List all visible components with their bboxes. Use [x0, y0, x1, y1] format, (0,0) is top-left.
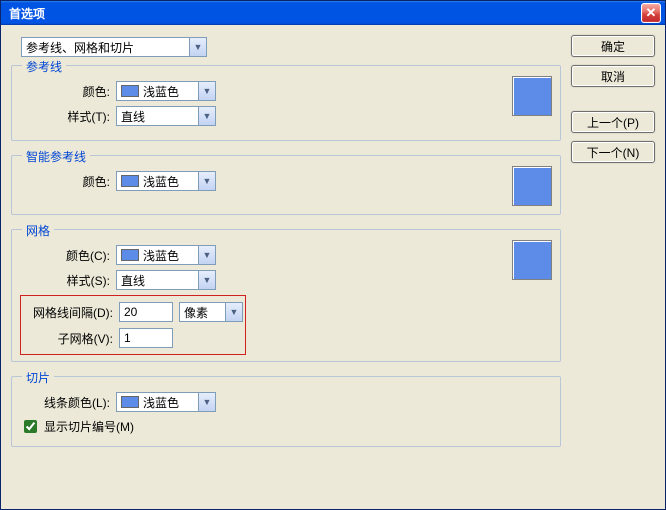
- slices-color-select[interactable]: 浅蓝色 ▼: [116, 392, 216, 412]
- smartguides-color-value: 浅蓝色: [143, 173, 179, 190]
- chevron-down-icon: ▼: [198, 172, 215, 190]
- color-swatch-icon: [121, 249, 139, 261]
- grid-spacing-input[interactable]: [119, 302, 173, 322]
- smartguides-color-label: 颜色:: [20, 173, 116, 190]
- category-select-value: 参考线、网格和切片: [22, 39, 189, 56]
- slices-legend: 切片: [22, 369, 54, 386]
- grid-subgrid-input[interactable]: [119, 328, 173, 348]
- next-button[interactable]: 下一个(N): [571, 141, 655, 163]
- chevron-down-icon: ▼: [198, 246, 215, 264]
- titlebar: 首选项 ✕: [1, 1, 665, 25]
- smartguides-preview-swatch: [512, 166, 552, 206]
- show-slice-numbers-check[interactable]: 显示切片编号(M): [20, 417, 552, 436]
- color-swatch-icon: [121, 396, 139, 408]
- grid-unit-select[interactable]: 像素 ▼: [179, 302, 243, 322]
- preferences-window: 首选项 ✕ 参考线、网格和切片 ▼ 参考线 颜色:: [0, 0, 666, 510]
- ok-button[interactable]: 确定: [571, 35, 655, 57]
- chevron-down-icon: ▼: [198, 107, 215, 125]
- content-area: 参考线、网格和切片 ▼ 参考线 颜色: 浅蓝色 ▼: [1, 25, 665, 509]
- grid-style-value: 直线: [117, 272, 198, 289]
- grid-group: 网格 颜色(C): 浅蓝色 ▼ 样式(S): 直线 ▼: [11, 229, 561, 362]
- close-icon: ✕: [646, 5, 657, 21]
- guides-color-label: 颜色:: [20, 83, 116, 100]
- guides-style-label: 样式(T):: [20, 108, 116, 125]
- guides-preview-swatch: [512, 76, 552, 116]
- chevron-down-icon: ▼: [198, 82, 215, 100]
- chevron-down-icon: ▼: [198, 393, 215, 411]
- chevron-down-icon: ▼: [225, 303, 242, 321]
- right-button-pane: 确定 取消 上一个(P) 下一个(N): [561, 35, 655, 503]
- category-select[interactable]: 参考线、网格和切片 ▼: [21, 37, 207, 57]
- grid-spacing-label: 网格线间隔(D):: [23, 304, 119, 321]
- guides-style-select[interactable]: 直线 ▼: [116, 106, 216, 126]
- show-slice-numbers-label: 显示切片编号(M): [44, 418, 134, 435]
- grid-preview-swatch: [512, 240, 552, 280]
- slices-color-value: 浅蓝色: [143, 394, 179, 411]
- close-button[interactable]: ✕: [641, 3, 661, 23]
- grid-style-select[interactable]: 直线 ▼: [116, 270, 216, 290]
- chevron-down-icon: ▼: [189, 38, 206, 56]
- highlighted-region: 网格线间隔(D): 像素 ▼ 子网格(V):: [20, 295, 246, 355]
- guides-style-value: 直线: [117, 108, 198, 125]
- grid-color-select[interactable]: 浅蓝色 ▼: [116, 245, 216, 265]
- grid-unit-value: 像素: [180, 304, 225, 321]
- grid-subgrid-label: 子网格(V):: [23, 330, 119, 347]
- slices-color-label: 线条颜色(L):: [20, 394, 116, 411]
- guides-color-value: 浅蓝色: [143, 83, 179, 100]
- chevron-down-icon: ▼: [198, 271, 215, 289]
- grid-color-label: 颜色(C):: [20, 247, 116, 264]
- smartguides-group: 智能参考线 颜色: 浅蓝色 ▼: [11, 155, 561, 215]
- guides-color-select[interactable]: 浅蓝色 ▼: [116, 81, 216, 101]
- color-swatch-icon: [121, 175, 139, 187]
- guides-legend: 参考线: [22, 58, 66, 75]
- smartguides-legend: 智能参考线: [22, 148, 90, 165]
- window-title: 首选项: [9, 5, 641, 22]
- guides-group: 参考线 颜色: 浅蓝色 ▼ 样式(T): 直线 ▼: [11, 65, 561, 141]
- show-slice-numbers-input[interactable]: [24, 420, 37, 433]
- color-swatch-icon: [121, 85, 139, 97]
- left-pane: 参考线、网格和切片 ▼ 参考线 颜色: 浅蓝色 ▼: [11, 35, 561, 503]
- smartguides-color-select[interactable]: 浅蓝色 ▼: [116, 171, 216, 191]
- slices-group: 切片 线条颜色(L): 浅蓝色 ▼ 显示切片编号(M): [11, 376, 561, 447]
- grid-color-value: 浅蓝色: [143, 247, 179, 264]
- grid-legend: 网格: [22, 222, 54, 239]
- cancel-button[interactable]: 取消: [571, 65, 655, 87]
- prev-button[interactable]: 上一个(P): [571, 111, 655, 133]
- grid-style-label: 样式(S):: [20, 272, 116, 289]
